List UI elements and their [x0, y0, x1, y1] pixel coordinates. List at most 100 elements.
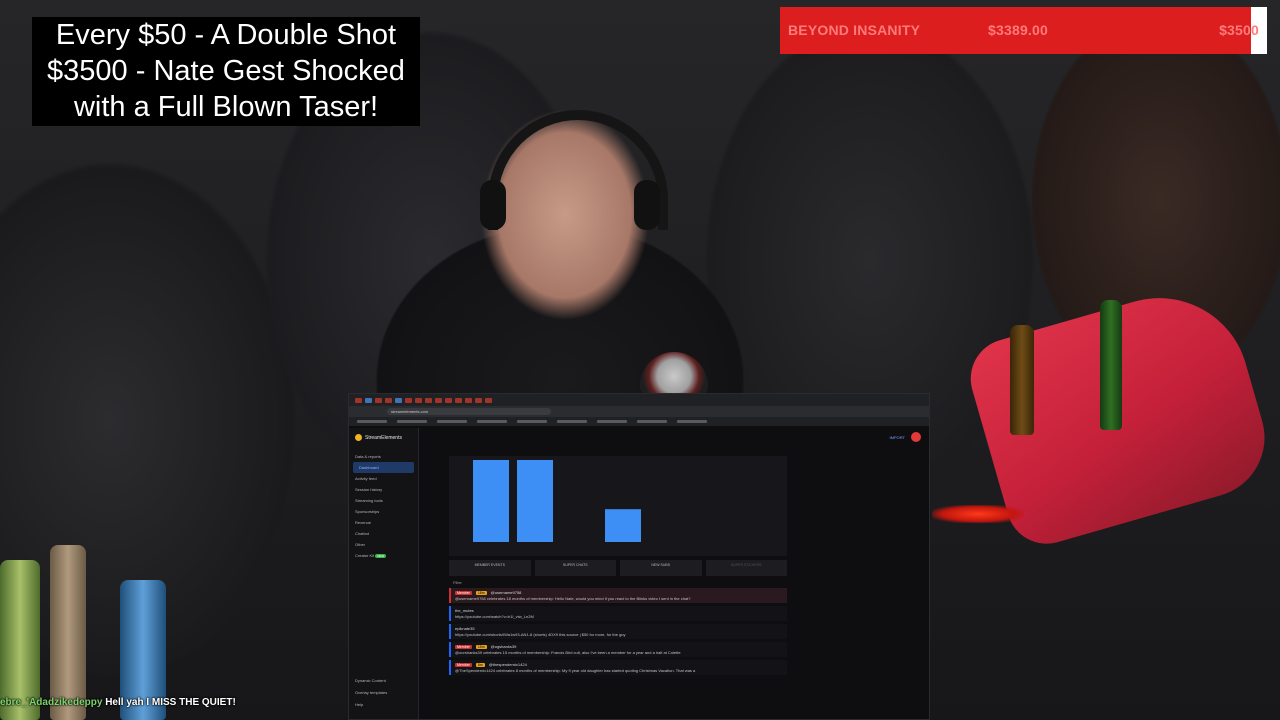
feed-message: @ourshanks39 celebrates 15 months of mem… [455, 650, 681, 655]
import-button[interactable]: IMPORT [890, 435, 905, 440]
url-input[interactable]: streamelements.com [387, 408, 551, 415]
feed-username: @ogshanks39 [490, 644, 517, 649]
browser-tab[interactable] [405, 397, 412, 403]
bookmark[interactable] [517, 420, 547, 423]
sidebar-item-chatbot[interactable]: Chatbot [349, 528, 418, 539]
member-badge: Member [455, 590, 472, 595]
stat-super-chats[interactable]: SUPER CHATS [534, 560, 616, 576]
donation-goal-bar: BEYOND INSANITY $3389.00 $3500 [780, 7, 1267, 54]
sidebar-item-activity-feed[interactable]: Activity feed [349, 473, 418, 484]
bookmark[interactable] [477, 420, 507, 423]
brand-icon [355, 434, 362, 441]
avatar[interactable] [911, 432, 921, 442]
browser-tab[interactable] [425, 397, 432, 403]
browser-tab[interactable] [385, 397, 392, 403]
bottle [50, 545, 86, 720]
bookmark[interactable] [637, 420, 667, 423]
sidebar-item-streaming-tools[interactable]: Streaming tools [349, 495, 418, 506]
activity-chart [449, 456, 787, 556]
feed-item-header: epiknate35 [455, 626, 783, 631]
goal-current-amount: $3389.00 [988, 22, 1048, 38]
sidebar-item-creator-kit[interactable]: Creator Kit NEW [349, 550, 418, 561]
chart-bar[interactable] [473, 460, 509, 542]
feed-item[interactable]: epiknate35 https://youtube.com/shorts/IWa… [449, 624, 787, 639]
sidebar-item-overlay-templates[interactable]: Overlay templates [355, 687, 387, 699]
goal-name: BEYOND INSANITY [788, 22, 921, 38]
bottle [0, 560, 40, 720]
browser-tab[interactable] [455, 397, 462, 403]
sidebar-item-session-history[interactable]: Session history [349, 484, 418, 495]
chart-bar[interactable] [605, 509, 641, 542]
sidebar-item-other[interactable]: Other [349, 539, 418, 550]
sidebar-item-help[interactable]: Help [355, 699, 387, 711]
sidebar-item-sponsorships[interactable]: Sponsorships [349, 506, 418, 517]
browser-tab[interactable] [475, 397, 482, 403]
bookmark[interactable] [357, 420, 387, 423]
top-right-actions: IMPORT [890, 432, 921, 442]
sidebar-item-data-reports[interactable]: Data & reports [349, 451, 418, 462]
browser-tab[interactable] [445, 397, 452, 403]
browser-tab[interactable] [435, 397, 442, 403]
brand-name: StreamElements [365, 434, 402, 441]
bookmark[interactable] [677, 420, 707, 423]
feed-username: the_mutes [455, 608, 474, 613]
browser-tab[interactable] [365, 397, 372, 403]
new-badge: NEW [375, 554, 387, 558]
dashboard-main: IMPORT MEMBER EVENTS SUPER CHATS NEW SUB… [419, 428, 929, 719]
goal-text-box: Every $50 - A Double Shot $3500 - Nate G… [32, 17, 420, 126]
bookmark[interactable] [437, 420, 467, 423]
feed-item-header: the_mutes [455, 608, 783, 613]
brand-logo[interactable]: StreamElements [349, 434, 418, 441]
feed-item-header: Member 18m @username9758 [455, 590, 783, 595]
bookmark[interactable] [557, 420, 587, 423]
stat-new-subs[interactable]: NEW SUBS [620, 560, 702, 576]
chart-bar[interactable] [517, 460, 553, 542]
red-light [932, 505, 1024, 523]
activity-chart-svg [473, 460, 641, 542]
feed-item[interactable]: Member 8m @thespendernic1424 @TheSpendernic… [449, 660, 787, 675]
sidebar-item-dynamic-content[interactable]: Dynamic Content [355, 675, 387, 687]
stat-member-events[interactable]: MEMBER EVENTS [449, 560, 531, 576]
feed-message: @username9758 celebrates 18 months of me… [455, 596, 691, 601]
goal-line: Every $50 - A Double Shot [55, 19, 397, 51]
browser-tab[interactable] [485, 397, 492, 403]
member-badge: Member [455, 644, 472, 649]
browser-tab[interactable] [395, 397, 402, 403]
feed-username: @thespendernic1424 [488, 662, 527, 667]
browser-tab[interactable] [415, 397, 422, 403]
feed-item[interactable]: Member 18m @username9758 @username9758 cele… [449, 588, 787, 603]
sidebar: StreamElements Data & reports Dashboard … [349, 428, 419, 719]
feed-item[interactable]: the_mutes https://youtube.com/watch?v=h1l… [449, 606, 787, 621]
browser-tab[interactable] [465, 397, 472, 403]
headset-earcup-right [634, 180, 660, 230]
feed-item[interactable]: Member 15m @ogshanks39 @ourshanks39 celebra… [449, 642, 787, 657]
feed-username: epiknate35 [455, 626, 475, 631]
goal-line: $3500 - Nate Gest Shocked [47, 55, 405, 87]
chat-ticker: ebre_'Adadzikedeppy Hell yah I MISS THE … [0, 697, 236, 708]
sidebar-item-revenue[interactable]: Revenue [349, 517, 418, 528]
bookmarks-bar [349, 417, 929, 426]
filter-dropdown[interactable]: Filter [453, 580, 462, 585]
feed-username: @username9758 [490, 590, 522, 595]
stats-row: MEMBER EVENTS SUPER CHATS NEW SUBS SUPER… [449, 560, 787, 576]
bookmark[interactable] [397, 420, 427, 423]
feed-message: https://youtube.com/watch?v=h1l_vtw_Ln2M [455, 614, 534, 619]
months-badge: 8m [475, 662, 485, 667]
months-badge: 18m [475, 590, 487, 595]
activity-feed: Member 18m @username9758 @username9758 cele… [449, 588, 787, 708]
address-bar: streamelements.com [349, 406, 929, 417]
browser-tab[interactable] [355, 397, 362, 403]
browser-tab-strip[interactable] [349, 394, 929, 406]
sidebar-item-dashboard[interactable]: Dashboard [353, 462, 414, 473]
shirt-logo [640, 352, 708, 396]
streamelements-app: StreamElements Data & reports Dashboard … [349, 428, 929, 719]
months-badge: 15m [475, 644, 487, 649]
stat-super-stickers[interactable]: SUPER STICKERS [705, 560, 787, 576]
bookmark[interactable] [597, 420, 627, 423]
browser-tab[interactable] [375, 397, 382, 403]
feed-item-header: Member 15m @ogshanks39 [455, 644, 783, 649]
chat-username: ebre_'Adadzikedeppy [0, 697, 103, 708]
feed-message: https://youtube.com/shorts/IWa1w93-AN1-8… [455, 632, 626, 637]
sidebar-footer: Dynamic Content Overlay templates Help [355, 675, 387, 711]
goal-target-amount: $3500 [1219, 22, 1259, 38]
